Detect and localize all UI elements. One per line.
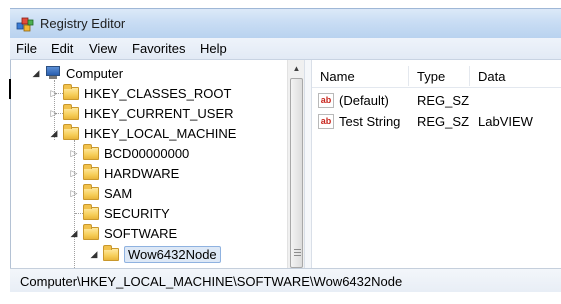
- grip-line: [294, 249, 301, 250]
- status-path: Computer\HKEY_LOCAL_MACHINE\SOFTWARE\Wow…: [20, 274, 403, 289]
- list-row-default[interactable]: ab (Default) REG_SZ: [312, 91, 561, 111]
- folder-icon: [83, 163, 99, 180]
- values-list[interactable]: Name Type Data ab (Default) REG_SZ ab Te…: [312, 60, 561, 268]
- tree-item-label: Computer: [66, 65, 124, 81]
- folder-icon: [103, 244, 119, 261]
- tree-item-hkey-classes-root[interactable]: ▷ HKEY_CLASSES_ROOT: [49, 83, 231, 103]
- expand-arrow-icon[interactable]: ▷: [69, 148, 79, 159]
- list-header: Name Type Data: [312, 64, 561, 88]
- scroll-thumb[interactable]: [290, 78, 303, 268]
- menu-view[interactable]: View: [89, 41, 117, 56]
- tree-item-label: HKEY_CURRENT_USER: [84, 105, 234, 121]
- folder-icon: [83, 143, 99, 160]
- collapse-arrow-icon[interactable]: ◢: [31, 68, 41, 79]
- folder-icon: [83, 223, 99, 240]
- value-name: Test String: [339, 114, 401, 129]
- tree-item-wow6432node[interactable]: ◢ Wow6432Node: [89, 244, 221, 264]
- bottom-margin: [0, 292, 561, 304]
- pane-splitter[interactable]: [304, 60, 312, 268]
- menu-help[interactable]: Help: [200, 41, 227, 56]
- column-header-name[interactable]: Name: [320, 69, 355, 84]
- scroll-up-arrow-icon[interactable]: ▲: [288, 60, 305, 77]
- tree-scrollbar[interactable]: ▲: [287, 60, 304, 268]
- tree-item-label: HARDWARE: [104, 165, 180, 181]
- tree-item-label: Wow6432Node: [124, 245, 221, 263]
- menu-edit[interactable]: Edit: [51, 41, 73, 56]
- tree-item-hkey-local-machine[interactable]: ◢ HKEY_LOCAL_MACHINE: [49, 123, 236, 143]
- tree-item-security[interactable]: SECURITY: [69, 203, 170, 223]
- value-type: REG_SZ: [417, 114, 470, 129]
- column-divider[interactable]: [408, 66, 409, 86]
- window-title: Registry Editor: [40, 16, 126, 31]
- tree-item-hkey-current-user[interactable]: ▷ HKEY_CURRENT_USER: [49, 103, 234, 123]
- registry-editor-icon: [16, 17, 34, 32]
- collapse-arrow-icon[interactable]: ◢: [69, 228, 79, 239]
- tree-item-label: SOFTWARE: [104, 225, 178, 241]
- tree-item-label: BCD00000000: [104, 145, 190, 161]
- column-header-data[interactable]: Data: [478, 69, 505, 84]
- string-value-icon: ab: [318, 114, 334, 129]
- expand-arrow-icon[interactable]: ▷: [49, 108, 59, 119]
- menu-file[interactable]: File: [16, 41, 37, 56]
- tree-item-software[interactable]: ◢ SOFTWARE: [69, 223, 177, 243]
- expand-arrow-icon[interactable]: ▷: [49, 88, 59, 99]
- collapse-arrow-icon[interactable]: ◢: [49, 128, 59, 139]
- registry-tree[interactable]: ◢ Computer ▷ HKEY_CLASSES_ROOT ▷ HKEY_CU…: [11, 60, 287, 268]
- expand-arrow-icon[interactable]: ▷: [69, 188, 79, 199]
- list-row-test-string[interactable]: ab Test String REG_SZ LabVIEW: [312, 112, 561, 132]
- tree-item-sam[interactable]: ▷ SAM: [69, 183, 132, 203]
- grip-line: [294, 255, 301, 256]
- value-type: REG_SZ: [417, 93, 470, 108]
- column-header-type[interactable]: Type: [417, 69, 445, 84]
- grip-line: [294, 252, 301, 253]
- menu-favorites[interactable]: Favorites: [132, 41, 185, 56]
- folder-icon: [63, 123, 79, 140]
- tree-item-label: SECURITY: [104, 205, 170, 221]
- string-value-icon: ab: [318, 93, 334, 108]
- tree-item-computer[interactable]: ◢ Computer: [31, 63, 124, 83]
- tree-item-hardware[interactable]: ▷ HARDWARE: [69, 163, 179, 183]
- tree-item-bcd00000000[interactable]: ▷ BCD00000000: [69, 143, 189, 163]
- column-divider[interactable]: [469, 66, 470, 86]
- folder-icon: [83, 183, 99, 200]
- value-name: (Default): [339, 93, 389, 108]
- folder-icon: [83, 203, 99, 220]
- title-bar[interactable]: Registry Editor: [10, 8, 561, 38]
- tree-item-label: HKEY_CLASSES_ROOT: [84, 85, 232, 101]
- folder-icon: [63, 83, 79, 100]
- collapse-arrow-icon[interactable]: ◢: [89, 249, 99, 260]
- status-bar: Computer\HKEY_LOCAL_MACHINE\SOFTWARE\Wow…: [10, 268, 561, 292]
- folder-icon: [63, 103, 79, 120]
- menu-bar: File Edit View Favorites Help: [10, 38, 561, 60]
- registry-editor-window: Registry Editor File Edit View Favorites…: [0, 0, 561, 304]
- tree-item-label: SAM: [104, 185, 133, 201]
- computer-icon: [45, 66, 61, 80]
- expand-arrow-icon[interactable]: ▷: [69, 168, 79, 179]
- value-data: LabVIEW: [478, 114, 533, 129]
- tree-item-label: HKEY_LOCAL_MACHINE: [84, 125, 237, 141]
